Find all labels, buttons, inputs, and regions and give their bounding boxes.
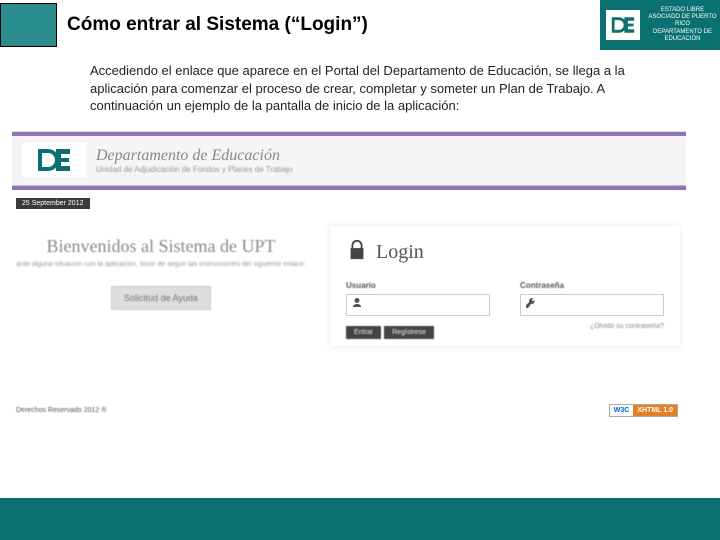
logo-line2: DEPARTAMENTO DE EDUCACIÓN — [645, 29, 720, 43]
app-screenshot: Departamento de Educación Unidad de Adju… — [12, 131, 686, 421]
w3c-left: W3C — [610, 405, 634, 416]
welcome-heading: Bienvenidos al Sistema de UPT — [16, 236, 306, 257]
help-request-button[interactable]: Solicitud de Ayuda — [111, 286, 211, 310]
password-label: Contraseña — [520, 281, 664, 290]
slide-accent-block — [0, 3, 57, 47]
logo-line1: ESTADO LIBRE ASOCIADO DE PUERTO RICO — [645, 7, 720, 29]
login-panel: Login Usuario Contraseña Entrar — [330, 226, 680, 346]
w3c-right: XHTML 1.0 — [633, 405, 677, 416]
copyright-text: Derechos Reservado 2012 ® — [16, 407, 106, 414]
dept-title: Departamento de Educación — [96, 147, 293, 165]
username-input[interactable] — [346, 294, 490, 316]
w3c-badge: W3C XHTML 1.0 — [609, 404, 678, 417]
login-title: Login — [376, 241, 424, 264]
slide-title: Cómo entrar al Sistema (“Login”) — [67, 14, 600, 36]
forgot-password-link[interactable]: ¿Olvidó su contraseña? — [346, 323, 664, 330]
lock-icon — [346, 238, 368, 267]
password-input[interactable] — [520, 294, 664, 316]
de-logo: ESTADO LIBRE ASOCIADO DE PUERTO RICO DEP… — [600, 0, 720, 50]
app-logo — [22, 143, 86, 177]
key-icon — [525, 296, 537, 314]
dept-subtitle: Unidad de Adjudicación de Fondos y Plane… — [96, 165, 293, 174]
user-icon — [351, 296, 363, 314]
slide-bottom-bar — [0, 498, 720, 540]
username-label: Usuario — [346, 281, 490, 290]
intro-paragraph: Accediendo el enlace que aparece en el P… — [0, 50, 720, 125]
welcome-subtext: ante alguna situación con la aplicación,… — [16, 261, 306, 268]
date-badge: 25 September 2012 — [16, 198, 90, 209]
